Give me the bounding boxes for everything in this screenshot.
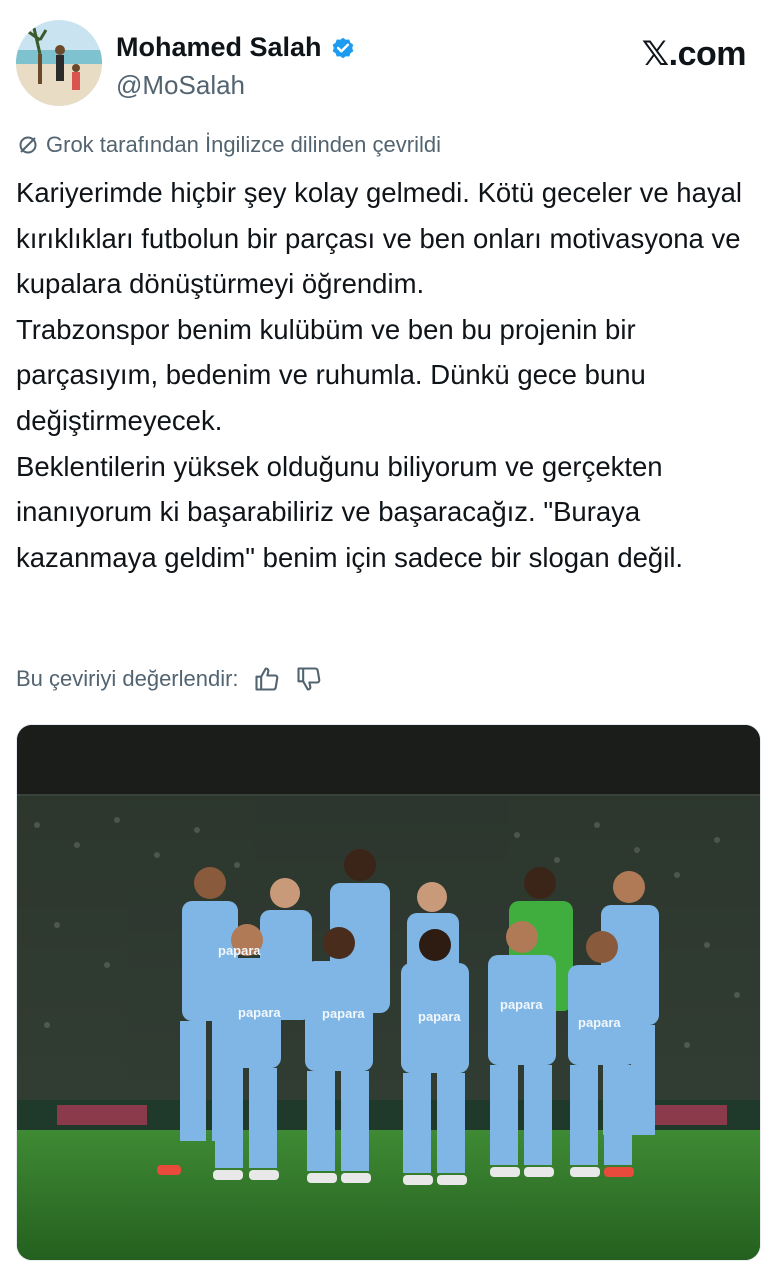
translation-notice-text: Grok tarafından İngilizce dilinden çevri… [46, 132, 441, 157]
shirt-sponsor: papara [418, 1009, 461, 1024]
thumbs-down-icon[interactable] [295, 665, 323, 693]
translation-notice: Grok tarafından İngilizce dilinden çevri… [16, 132, 441, 158]
tweet-paragraph: Kariyerimde hiçbir şey kolay gelmedi. Kö… [16, 177, 743, 300]
author-handle[interactable]: @MoSalah [116, 70, 245, 101]
tweet-header: Mohamed Salah @MoSalah 𝕏.com [16, 20, 756, 110]
thumbs-up-icon[interactable] [253, 665, 281, 693]
avatar[interactable] [16, 20, 102, 106]
tweet-paragraph: Beklentilerin yüksek olduğunu biliyorum … [16, 450, 684, 573]
shirt-sponsor: papara [322, 1006, 365, 1021]
shirt-sponsor: papara [218, 943, 261, 958]
shirt-sponsor: papara [578, 1015, 621, 1030]
tweet-paragraph: Trabzonspor benim kulübüm ve ben bu proj… [16, 313, 646, 436]
shirt-sponsor: papara [238, 1005, 281, 1020]
author-name[interactable]: Mohamed Salah [116, 32, 322, 63]
team-photo-illustration: papara papara papara papara papara papar… [17, 725, 760, 1260]
rate-translation-row: Bu çeviriyi değerlendir: [16, 665, 323, 693]
rate-translation-label: Bu çeviriyi değerlendir: [16, 666, 239, 691]
shirt-sponsor: papara [500, 997, 543, 1012]
site-logo: 𝕏.com [641, 35, 747, 73]
tweet-text: Kariyerimde hiçbir şey kolay gelmedi. Kö… [16, 170, 761, 580]
author-name-row: Mohamed Salah [116, 32, 356, 63]
verified-badge-icon [332, 37, 353, 58]
team-photo[interactable]: papara papara papara papara papara papar… [16, 724, 761, 1261]
translate-slash-icon [19, 136, 37, 154]
